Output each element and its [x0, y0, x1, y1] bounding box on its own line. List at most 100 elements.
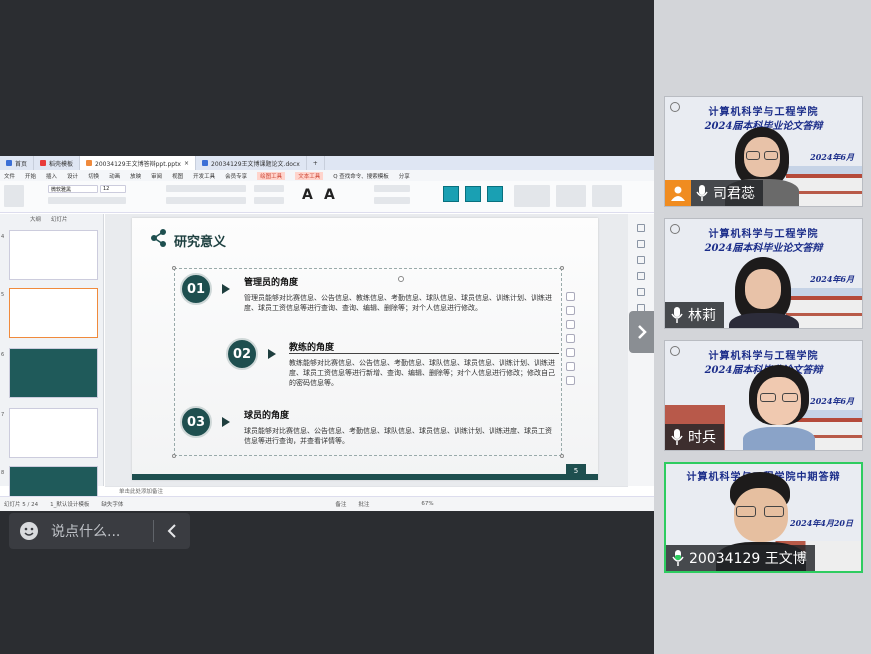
slide-count: 幻灯片 5 / 24	[4, 502, 39, 508]
font-format-buttons[interactable]	[48, 197, 126, 204]
font-name-select[interactable]: 微软雅黑	[48, 185, 98, 193]
missing-font[interactable]: 缺失字体	[101, 500, 123, 508]
shape-style-3[interactable]	[487, 186, 503, 202]
slide[interactable]: 研究意义 01 管理员的角度 管理员能够对比赛信息、公告信息、教练信息、考勤信息…	[132, 218, 598, 480]
arrange-button[interactable]	[254, 197, 284, 204]
align-buttons[interactable]	[166, 197, 246, 204]
paragraph-buttons[interactable]	[166, 185, 246, 192]
ribbon-tab-dev[interactable]: 开发工具	[193, 172, 215, 180]
collapse-chat-button[interactable]	[154, 524, 190, 538]
shape-tool-icon[interactable]	[566, 292, 575, 301]
section-number-2: 02	[226, 338, 258, 370]
chevron-left-icon	[167, 524, 176, 538]
text-fill-button[interactable]	[374, 185, 410, 192]
outline-tool-icon[interactable]	[566, 334, 575, 343]
slide-thumb-4[interactable]	[9, 230, 98, 280]
zoom-level[interactable]: 67%	[421, 501, 433, 507]
resize-handle[interactable]	[172, 454, 176, 458]
section-title-1: 管理员的角度	[244, 278, 299, 288]
section-text-3: 球员能够对比赛信息、公告信息、考勤信息、球队信息、球员信息、训练计划、训练进度、…	[244, 427, 552, 445]
tab-docx[interactable]: 20034129王文博课题论文.docx	[196, 156, 307, 170]
status-bar: 幻灯片 5 / 24 1_默认设计模板 缺失字体 备注 批注 67%	[0, 496, 654, 511]
video-tile[interactable]: 计算机科学与工程学院 2024届本科毕业论文答辩 2024年6月 时兵	[664, 340, 863, 451]
emoji-icon[interactable]	[19, 521, 39, 541]
shape-effect-button[interactable]	[556, 185, 586, 207]
ribbon-tab-design[interactable]: 设计	[67, 172, 78, 180]
share-button[interactable]: 分享	[399, 172, 410, 180]
layout-tool-icon[interactable]	[566, 362, 575, 371]
slide-thumb-7[interactable]	[9, 408, 98, 458]
home-icon	[6, 160, 12, 166]
ribbon-tab-insert[interactable]: 插入	[46, 172, 57, 180]
user-avatar-icon	[665, 180, 691, 206]
style-icon[interactable]	[637, 272, 645, 280]
notes-area[interactable]: 单击此处添加备注	[105, 486, 628, 496]
ribbon-tab-show[interactable]: 放映	[130, 172, 141, 180]
participant-name: 司君蕊	[713, 186, 755, 202]
theme-name: 1_默认设计模板	[50, 502, 90, 508]
video-tile[interactable]: 计算机科学与工程学院 2024届本科毕业论文答辩 2024年6月 司君蕊	[664, 96, 863, 207]
ribbon-tab-drawing[interactable]: 绘图工具	[257, 171, 286, 180]
video-tile[interactable]: 计算机科学与工程学院 2024届本科毕业论文答辩 2024年6月 林莉	[664, 218, 863, 329]
resize-handle[interactable]	[560, 454, 564, 458]
word-file-icon	[202, 160, 208, 166]
ribbon-tab-file[interactable]: 文件	[4, 172, 15, 180]
shape-style-1[interactable]	[443, 186, 459, 202]
textbox-button[interactable]	[254, 185, 284, 192]
ribbon-tab-member[interactable]: 会员专享	[225, 172, 247, 180]
participant-nameplate: 林莉	[665, 302, 724, 328]
pen-tool-icon[interactable]	[566, 306, 575, 315]
video-tile-active[interactable]: 计算机科学与工程学院中期答辩 2024年4月20日 20034129 王文博	[664, 462, 863, 573]
tab-docer[interactable]: 稻壳模板	[34, 156, 81, 170]
participant-name: 林莉	[688, 308, 716, 324]
property-icon[interactable]	[637, 224, 645, 232]
new-tab-button[interactable]: +	[307, 156, 325, 170]
ribbon-tab-switch[interactable]: 切换	[88, 172, 99, 180]
chevron-right-icon	[638, 325, 647, 339]
participant-nameplate: 20034129 王文博	[666, 545, 815, 571]
resize-handle[interactable]	[560, 266, 564, 270]
shape-style-2[interactable]	[465, 186, 481, 202]
comment-toggle[interactable]: 批注	[358, 500, 369, 508]
rotate-handle[interactable]	[398, 276, 404, 282]
picture-icon[interactable]	[637, 288, 645, 296]
notes-toggle[interactable]: 备注	[335, 500, 346, 508]
close-icon[interactable]: ×	[184, 160, 189, 167]
app-tabbar: 首页 稻壳模板 20034129王文博答辩ppt.pptx × 20034129王…	[0, 156, 654, 170]
fill-outline-buttons[interactable]	[514, 185, 550, 207]
arrow-right-icon	[222, 284, 230, 294]
chat-bar: 说点什么...	[9, 513, 190, 549]
ribbon-tab-start[interactable]: 开始	[25, 172, 36, 180]
ribbon-tab-view[interactable]: 视图	[172, 172, 183, 180]
animation-icon[interactable]	[637, 240, 645, 248]
divider	[289, 353, 559, 354]
command-search[interactable]: Q 查找命令、搜索模板	[333, 172, 389, 180]
shape-icon[interactable]	[637, 256, 645, 264]
effect-tool-icon[interactable]	[566, 348, 575, 357]
microphone-icon	[671, 307, 683, 323]
tab-home[interactable]: 首页	[0, 156, 35, 170]
slide-thumb-6[interactable]	[9, 348, 98, 398]
text-style-a1[interactable]: A	[302, 187, 313, 203]
ribbon-tab-animation[interactable]: 动画	[109, 172, 120, 180]
slide-thumb-5[interactable]	[9, 288, 98, 338]
align-object-button[interactable]	[592, 185, 622, 207]
tab-pptx[interactable]: 20034129王文博答辩ppt.pptx ×	[80, 156, 196, 170]
more-tool-icon[interactable]	[566, 376, 575, 385]
text-outline-button[interactable]	[374, 197, 410, 204]
tab-outline[interactable]: 大纲	[30, 215, 41, 223]
resize-handle[interactable]	[172, 266, 176, 270]
floating-toolbar	[566, 292, 578, 390]
chat-input[interactable]: 说点什么...	[51, 521, 153, 541]
section-title-2: 教练的角度	[289, 343, 335, 353]
section-number-3: 03	[180, 406, 212, 438]
text-style-a2[interactable]: A	[324, 187, 335, 203]
paste-button[interactable]	[4, 185, 24, 207]
ribbon-tab-text[interactable]: 文本工具	[295, 171, 324, 180]
ribbon-tab-review[interactable]: 审阅	[151, 172, 162, 180]
arrow-right-icon	[222, 417, 230, 427]
tab-slides[interactable]: 幻灯片	[51, 215, 68, 223]
collapse-panel-button[interactable]	[629, 311, 655, 353]
font-size-select[interactable]: 12	[100, 185, 126, 193]
fill-tool-icon[interactable]	[566, 320, 575, 329]
